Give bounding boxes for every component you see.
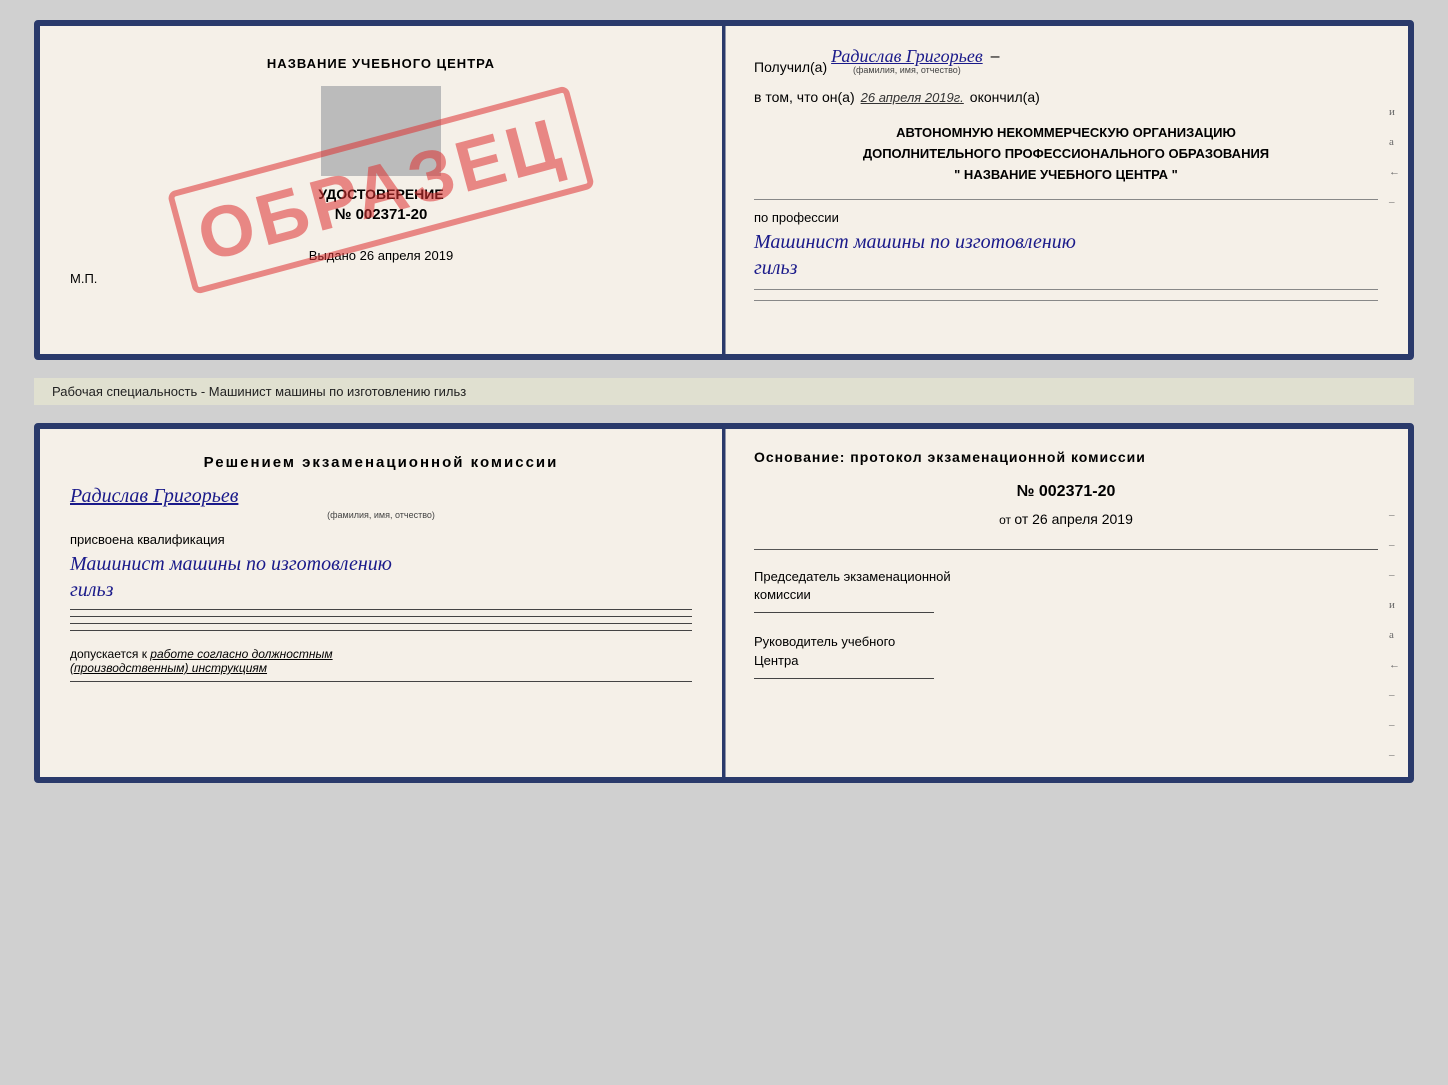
- osnov-title: Основание: протокол экзаменационной коми…: [754, 449, 1378, 465]
- date-divider: [754, 549, 1378, 550]
- bottom-line1: [754, 289, 1378, 290]
- predsedatel-line2: комиссии: [754, 587, 811, 602]
- profession-name-top: Машинист машины по изготовлению гильз: [754, 229, 1378, 281]
- dash-separator: –: [991, 46, 1000, 66]
- org-line3: " НАЗВАНИЕ УЧЕБНОГО ЦЕНТРА ": [754, 165, 1378, 186]
- predsedatel-sig-line: [754, 612, 934, 613]
- protocol-number: № 002371-20: [754, 483, 1378, 501]
- fio-sub-bottom: (фамилия, имя, отчество): [70, 510, 692, 520]
- dop-value: работе согласно должностным: [150, 647, 332, 661]
- bottom-right-panel: Основание: протокол экзаменационной коми…: [724, 429, 1408, 777]
- completion-date: 26 апреля 2019г.: [861, 90, 964, 105]
- udostoverenie-label: УДОСТОВЕРЕНИЕ: [318, 186, 443, 202]
- qual-underline3: [70, 623, 692, 624]
- okonchil-label: окончил(а): [970, 89, 1040, 105]
- side-marks-bottom: – – – и а ← – – –: [1389, 509, 1400, 761]
- decision-title: Решением экзаменационной комиссии: [70, 454, 692, 471]
- seal-placeholder: [321, 86, 441, 176]
- dop-value2: (производственным) инструкциям: [70, 661, 267, 675]
- side-mark-b6: ←: [1389, 659, 1400, 671]
- side-mark-b4: и: [1389, 599, 1400, 611]
- prisvoena-label: присвоена квалификация: [70, 532, 692, 547]
- side-mark-b1: –: [1389, 509, 1400, 521]
- predsedatel-line1: Председатель экзаменационной: [754, 569, 951, 584]
- person-block-bottom: Радислав Григорьев (фамилия, имя, отчест…: [70, 485, 692, 520]
- vtom-label: в том, что он(а): [754, 89, 855, 105]
- ot-date: от от 26 апреля 2019: [754, 511, 1378, 527]
- side-marks-top: и а ← –: [1389, 106, 1400, 208]
- ot-label: от: [999, 513, 1014, 527]
- rukovoditel-line1: Руководитель учебного: [754, 634, 895, 649]
- prof-name-line2: гильз: [754, 257, 797, 279]
- bottom-line2: [754, 300, 1378, 301]
- qualification-name: Машинист машины по изготовлению гильз: [70, 551, 692, 603]
- dopuskaetsya-block: допускается к работе согласно должностны…: [70, 647, 692, 675]
- predsedatel-block: Председатель экзаменационной комиссии: [754, 568, 1378, 613]
- rukovoditel-title: Руководитель учебного Центра: [754, 633, 1378, 669]
- org-block: АВТОНОМНУЮ НЕКОММЕРЧЕСКУЮ ОРГАНИЗАЦИЮ ДО…: [754, 123, 1378, 185]
- fio-subtitle-top: (фамилия, имя, отчество): [853, 65, 961, 75]
- side-mark-b3: –: [1389, 569, 1400, 581]
- vtom-line: в том, что он(а) 26 апреля 2019г. окончи…: [754, 89, 1378, 105]
- rukovoditel-block: Руководитель учебного Центра: [754, 633, 1378, 678]
- qual-underline1: [70, 609, 692, 610]
- dop-underline: [70, 681, 692, 682]
- udostoverenie-number: № 002371-20: [335, 206, 428, 223]
- person-name-block: Радислав Григорьев (фамилия, имя, отчест…: [831, 46, 983, 75]
- side-mark-b8: –: [1389, 719, 1400, 731]
- bottom-left-panel: Решением экзаменационной комиссии Радисл…: [40, 429, 724, 777]
- org-line2: ДОПОЛНИТЕЛЬНОГО ПРОФЕССИОНАЛЬНОГО ОБРАЗО…: [754, 144, 1378, 165]
- top-left-panel: НАЗВАНИЕ УЧЕБНОГО ЦЕНТРА УДОСТОВЕРЕНИЕ №…: [40, 26, 724, 354]
- divider-line: [754, 199, 1378, 200]
- po-professii-label: по профессии: [754, 210, 1378, 225]
- top-document-card: НАЗВАНИЕ УЧЕБНОГО ЦЕНТРА УДОСТОВЕРЕНИЕ №…: [34, 20, 1414, 360]
- side-mark-1: и: [1389, 106, 1400, 118]
- school-name-top: НАЗВАНИЕ УЧЕБНОГО ЦЕНТРА: [267, 56, 495, 71]
- qual-line2: гильз: [70, 579, 113, 601]
- bottom-document-card: Решением экзаменационной комиссии Радисл…: [34, 423, 1414, 783]
- side-mark-4: –: [1389, 196, 1400, 208]
- poluchil-label: Получил(а): [754, 59, 827, 75]
- side-mark-2: а: [1389, 136, 1400, 148]
- side-mark-b2: –: [1389, 539, 1400, 551]
- side-mark-b9: –: [1389, 749, 1400, 761]
- vudano-line: Выдано 26 апреля 2019: [309, 248, 453, 263]
- rukovoditel-sig-line: [754, 678, 934, 679]
- person-name-bottom: Радислав Григорьев: [70, 485, 692, 508]
- qual-line1: Машинист машины по изготовлению: [70, 553, 392, 575]
- separator-label: Рабочая специальность - Машинист машины …: [34, 378, 1414, 405]
- side-mark-3: ←: [1389, 166, 1400, 178]
- received-line: Получил(а) Радислав Григорьев (фамилия, …: [754, 46, 1378, 75]
- qual-underline4: [70, 630, 692, 631]
- org-line1: АВТОНОМНУЮ НЕКОММЕРЧЕСКУЮ ОРГАНИЗАЦИЮ: [754, 123, 1378, 144]
- dop-label: допускается к: [70, 647, 147, 661]
- side-mark-b7: –: [1389, 689, 1400, 701]
- ot-date-value: от 26 апреля 2019: [1014, 511, 1133, 527]
- side-mark-b5: а: [1389, 629, 1400, 641]
- mp-label: М.П.: [70, 271, 97, 286]
- prof-name-line1: Машинист машины по изготовлению: [754, 231, 1076, 253]
- predsedatel-title: Председатель экзаменационной комиссии: [754, 568, 1378, 604]
- qual-underline2: [70, 616, 692, 617]
- rukovoditel-line2: Центра: [754, 653, 798, 668]
- top-right-panel: Получил(а) Радислав Григорьев (фамилия, …: [724, 26, 1408, 354]
- person-name-top: Радислав Григорьев: [831, 46, 983, 67]
